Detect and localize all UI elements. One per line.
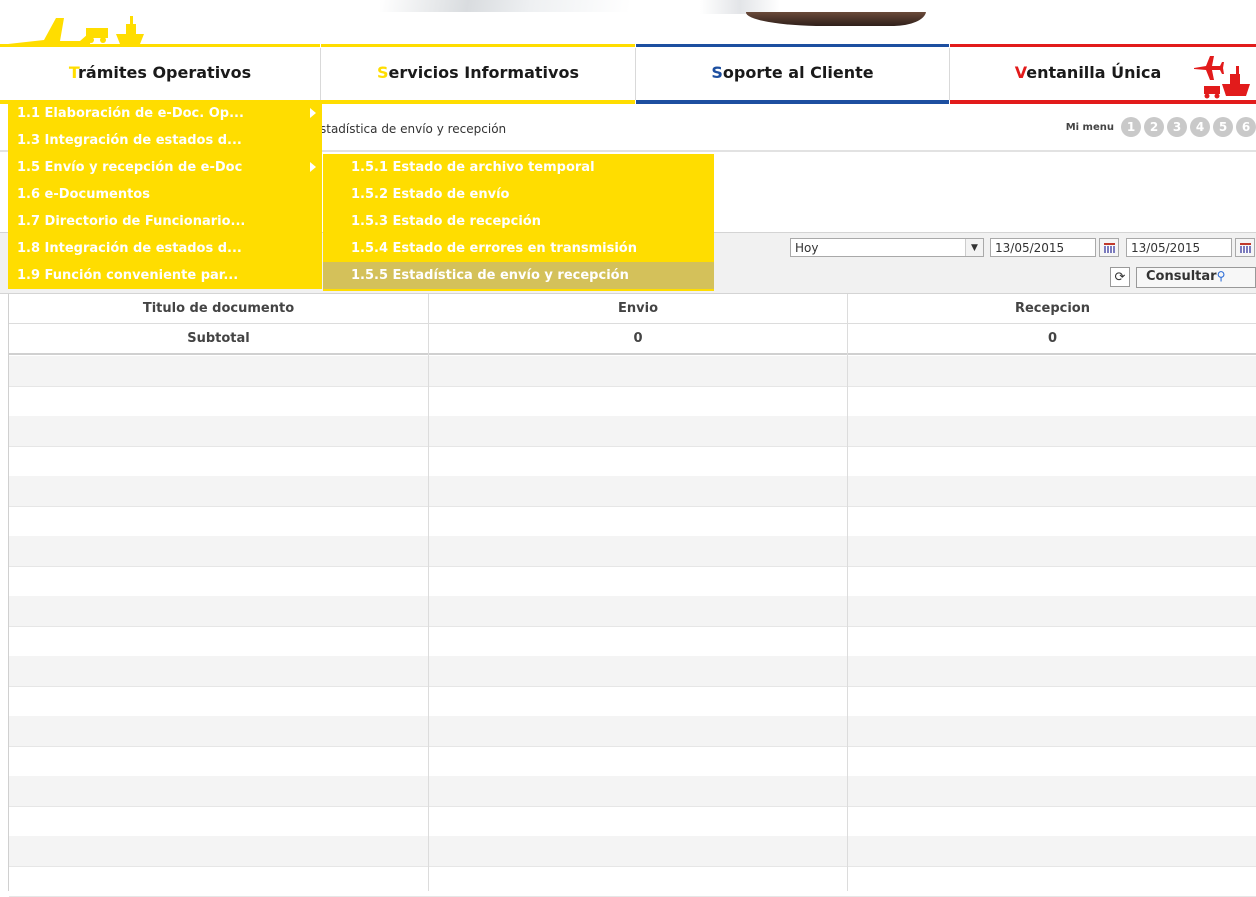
nav-label: Servicios Informativos bbox=[321, 63, 635, 82]
banner-photo bbox=[380, 0, 630, 12]
menu-item-1-5[interactable]: 1.5 Envío y recepción de e-Doc bbox=[8, 154, 322, 181]
menu-item-1-1[interactable]: 1.1 Elaboración de e-Doc. Op... bbox=[8, 100, 322, 127]
nav-label-text: oporte al Cliente bbox=[722, 63, 874, 82]
column-divider bbox=[9, 294, 429, 891]
my-menu-slot-5[interactable]: 5 bbox=[1213, 117, 1233, 137]
menu-item-label: 1.5 Envío y recepción de e-Doc bbox=[17, 160, 243, 175]
nav-label-initial: T bbox=[68, 63, 79, 82]
nav-label: Soporte al Cliente bbox=[636, 63, 949, 82]
my-menu-slot-2[interactable]: 2 bbox=[1144, 117, 1164, 137]
search-icon: ⚲ bbox=[1216, 269, 1226, 283]
date-from-field[interactable]: 13/05/2015 bbox=[990, 238, 1119, 257]
column-header-recepcion[interactable]: Recepcion bbox=[848, 294, 1256, 323]
header-banner bbox=[0, 0, 1256, 44]
nav-label-text: ervicios Informativos bbox=[388, 63, 579, 82]
period-select-value: Hoy bbox=[795, 241, 819, 255]
my-menu-slot-6[interactable]: 6 bbox=[1236, 117, 1256, 137]
menu-item-label: 1.9 Función conveniente par... bbox=[17, 268, 239, 283]
submenu-arrow-icon bbox=[310, 162, 316, 172]
submenu-item-label: 1.5.1 Estado de archivo temporal bbox=[351, 160, 595, 175]
calendar-icon[interactable] bbox=[1235, 238, 1255, 257]
breadcrumb: stadística de envío y recepción bbox=[320, 122, 507, 136]
submenu-item-label: 1.5.3 Estado de recepción bbox=[351, 214, 541, 229]
nav-tramites-operativos[interactable]: Trámites Operativos bbox=[0, 44, 320, 104]
calendar-icon-graphic bbox=[1240, 243, 1251, 253]
menu-item-1-6[interactable]: 1.6 e-Documentos bbox=[8, 181, 322, 208]
nav-label-initial: V bbox=[1014, 63, 1027, 82]
menu-item-1-3[interactable]: 1.3 Integración de estados d... bbox=[8, 127, 322, 154]
calendar-icon[interactable] bbox=[1099, 238, 1119, 257]
nav-ventanilla-unica[interactable]: Ventanilla Única bbox=[950, 44, 1256, 104]
banner-ship-image bbox=[744, 12, 926, 26]
nav-label-text: rámites Operativos bbox=[78, 63, 252, 82]
date-to-field[interactable]: 13/05/2015 bbox=[1126, 238, 1255, 257]
subtotal-recepcion: 0 bbox=[1047, 331, 1058, 346]
consultar-label: Consultar bbox=[1146, 269, 1217, 284]
nav-servicios-informativos[interactable]: Servicios Informativos bbox=[321, 44, 635, 104]
main-nav: Trámites Operativos Servicios Informativ… bbox=[0, 44, 1256, 104]
nav-accent-line bbox=[636, 44, 949, 47]
menu-item-1-7[interactable]: 1.7 Directorio de Funcionario... bbox=[8, 208, 322, 235]
submenu-item-1-5-5[interactable]: 1.5.5 Estadística de envío y recepción bbox=[323, 262, 714, 289]
nav-label-text: entanilla Única bbox=[1026, 63, 1162, 82]
nav-soporte-al-cliente[interactable]: Soporte al Cliente bbox=[636, 44, 949, 104]
menu-item-label: 1.7 Directorio de Funcionario... bbox=[17, 214, 246, 229]
nav-label-initial: S bbox=[711, 63, 723, 82]
column-divider bbox=[429, 294, 848, 891]
my-menu: Mi menu 1 2 3 4 5 6 bbox=[1066, 116, 1256, 138]
submenu-item-1-5-2[interactable]: 1.5.2 Estado de envío bbox=[323, 181, 714, 208]
envio-recepcion-submenu: 1.5.1 Estado de archivo temporal 1.5.2 E… bbox=[323, 154, 714, 291]
period-select[interactable]: Hoy ▼ bbox=[790, 238, 984, 257]
submenu-item-label: 1.5.2 Estado de envío bbox=[351, 187, 510, 202]
menu-item-label: 1.3 Integración de estados d... bbox=[17, 133, 242, 148]
my-menu-label: Mi menu bbox=[1065, 121, 1114, 133]
menu-item-label: 1.6 e-Documentos bbox=[17, 187, 150, 202]
calendar-icon-graphic bbox=[1104, 243, 1115, 253]
tramites-dropdown-menu: 1.1 Elaboración de e-Doc. Op... 1.3 Inte… bbox=[8, 100, 322, 289]
nav-label-initial: S bbox=[377, 63, 389, 82]
refresh-icon[interactable]: ⟳ bbox=[1110, 267, 1130, 287]
date-from-value: 13/05/2015 bbox=[995, 241, 1065, 255]
submenu-item-1-5-1[interactable]: 1.5.1 Estado de archivo temporal bbox=[323, 154, 714, 181]
ventanilla-transport-icon bbox=[1194, 56, 1250, 99]
consultar-button[interactable]: Consultar⚲ bbox=[1136, 267, 1256, 288]
nav-accent-line bbox=[950, 44, 1256, 47]
my-menu-slot-4[interactable]: 4 bbox=[1190, 117, 1210, 137]
menu-item-1-8[interactable]: 1.8 Integración de estados d... bbox=[8, 235, 322, 262]
submenu-item-label: 1.5.5 Estadística de envío y recepción bbox=[351, 268, 629, 283]
menu-item-label: 1.1 Elaboración de e-Doc. Op... bbox=[17, 106, 244, 121]
chevron-down-icon[interactable]: ▼ bbox=[965, 239, 983, 256]
my-menu-slot-3[interactable]: 3 bbox=[1167, 117, 1187, 137]
submenu-item-1-5-4[interactable]: 1.5.4 Estado de errores en transmisión bbox=[323, 235, 714, 262]
date-to-value: 13/05/2015 bbox=[1131, 241, 1201, 255]
submenu-arrow-icon bbox=[310, 108, 316, 118]
nav-label: Trámites Operativos bbox=[0, 63, 320, 82]
menu-item-label: 1.8 Integración de estados d... bbox=[17, 241, 242, 256]
submenu-item-1-5-3[interactable]: 1.5.3 Estado de recepción bbox=[323, 208, 714, 235]
nav-accent-line bbox=[0, 44, 320, 47]
menu-item-1-9[interactable]: 1.9 Función conveniente par... bbox=[8, 262, 322, 289]
statistics-table: Titulo de documento Envio Recepcion Subt… bbox=[8, 294, 1256, 897]
submenu-item-label: 1.5.4 Estado de errores en transmisión bbox=[351, 241, 637, 256]
my-menu-slot-1[interactable]: 1 bbox=[1121, 117, 1141, 137]
nav-accent-line bbox=[321, 44, 635, 47]
